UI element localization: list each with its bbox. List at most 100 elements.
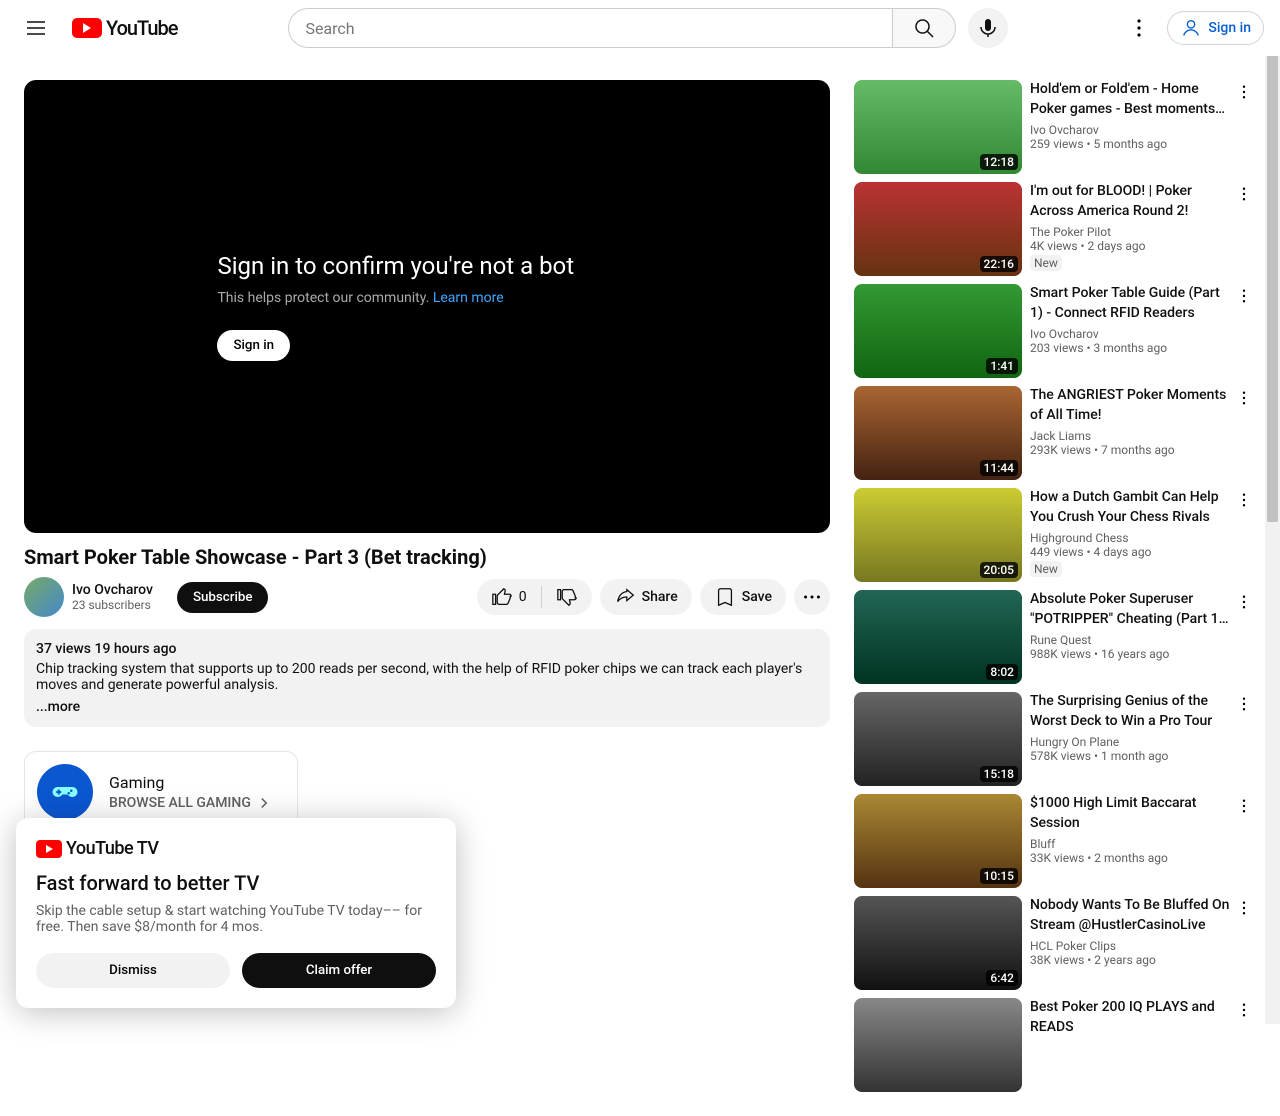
description-box[interactable]: 37 views 19 hours ago Chip tracking syst… [24,629,830,727]
dislike-button[interactable] [542,579,592,615]
recommendation-title[interactable]: Smart Poker Table Guide (Part 1) - Conne… [1030,284,1232,323]
ellipsis-icon [801,586,823,608]
recommendation-channel[interactable]: Rune Quest [1030,633,1232,647]
recommendation-more-button[interactable] [1232,182,1256,206]
recommendation-thumbnail[interactable]: 22:16 [854,182,1022,276]
description-more[interactable]: ...more [36,699,818,715]
video-player[interactable]: Sign in to confirm you're not a bot This… [24,80,830,533]
recommendation-title[interactable]: Absolute Poker Superuser "POTRIPPER" Che… [1030,590,1232,629]
recommendation-title[interactable]: Hold'em or Fold'em - Home Poker games - … [1030,80,1232,119]
recommendation-channel[interactable]: HCL Poker Clips [1030,939,1232,953]
search-button[interactable] [892,8,956,48]
kebab-icon [1235,899,1253,917]
recommendation-item[interactable]: 12:18 Hold'em or Fold'em - Home Poker gam… [854,80,1256,174]
recommendation-more-button[interactable] [1232,284,1256,308]
recommendation-thumbnail[interactable]: 11:44 [854,386,1022,480]
share-label: Share [642,589,678,605]
recommendation-item[interactable]: 8:02 Absolute Poker Superuser "POTRIPPER"… [854,590,1256,684]
bookmark-icon [714,586,736,608]
recommendation-thumbnail[interactable]: 20:05 [854,488,1022,582]
recommendation-stats: 4K views • 2 days ago [1030,239,1232,253]
recommendation-more-button[interactable] [1232,896,1256,920]
recommendation-thumbnail[interactable]: 8:02 [854,590,1022,684]
promo-dismiss-button[interactable]: Dismiss [36,953,230,988]
recommendation-channel[interactable]: Jack Liams [1030,429,1232,443]
recommendation-item[interactable]: 11:44The ANGRIEST Poker Moments of All T… [854,386,1256,480]
settings-button[interactable] [1119,8,1159,48]
recommendation-duration: 8:02 [986,664,1018,680]
recommendation-more-button[interactable] [1232,998,1256,1022]
hamburger-icon [24,16,48,40]
like-button[interactable]: 0 [477,579,541,615]
recommendation-title[interactable]: Nobody Wants To Be Bluffed On Stream @Hu… [1030,896,1232,935]
channel-avatar[interactable] [24,577,64,617]
recommendation-stats: 38K views • 2 years ago [1030,953,1232,967]
recommendation-more-button[interactable] [1232,488,1256,512]
kebab-icon [1235,491,1253,509]
recommendation-meta: Best Poker 200 IQ PLAYS and READS [1030,998,1256,1092]
recommendation-title[interactable]: The ANGRIEST Poker Moments of All Time! [1030,386,1232,425]
recommendation-duration: 10:15 [980,868,1018,884]
recommendation-title[interactable]: The Surprising Genius of the Worst Deck … [1030,692,1232,731]
recommendation-channel[interactable]: Highground Chess [1030,531,1232,545]
subscribe-button[interactable]: Subscribe [177,582,269,613]
channel-name[interactable]: Ivo Ovcharov [72,582,153,598]
hamburger-button[interactable] [16,8,56,48]
player-learn-more-link[interactable]: Learn more [433,290,504,306]
promo-claim-button[interactable]: Claim offer [242,953,436,988]
recommendation-thumbnail[interactable]: 6:42 [854,896,1022,990]
recommendation-meta: Nobody Wants To Be Bluffed On Stream @Hu… [1030,896,1256,990]
recommendation-channel[interactable]: Hungry On Plane [1030,735,1232,749]
signin-button[interactable]: Sign in [1167,11,1264,45]
recommendation-channel[interactable]: Bluff [1030,837,1232,851]
recommendation-channel[interactable]: Ivo Ovcharov [1030,327,1232,341]
scrollbar-thumb[interactable] [1267,52,1278,522]
recommendation-more-button[interactable] [1232,386,1256,410]
recommendation-channel[interactable]: Ivo Ovcharov [1030,123,1232,137]
recommendation-item[interactable]: 10:15 $1000 High Limit Baccarat Session Bl… [854,794,1256,888]
recommendation-more-button[interactable] [1232,590,1256,614]
recommendation-thumbnail[interactable]: 15:18 [854,692,1022,786]
recommendation-item[interactable]: 1:41Smart Poker Table Guide (Part 1) - C… [854,284,1256,378]
youtube-logo[interactable]: YouTube [72,16,178,40]
recommendation-item[interactable]: 15:18The Surprising Genius of the Worst … [854,692,1256,786]
recommendation-thumbnail[interactable]: 1:41 [854,284,1022,378]
share-button[interactable]: Share [600,579,692,615]
youtube-tv-logo: YouTube TV [36,838,436,859]
signin-label: Sign in [1208,20,1251,36]
top-bar: YouTube Sign in [0,0,1280,56]
gaming-icon [37,764,93,820]
gaming-link[interactable]: BROWSE ALL GAMING [109,794,273,812]
save-label: Save [742,589,772,605]
page-scrollbar[interactable] [1265,0,1280,1024]
recommendation-stats: 33K views • 2 months ago [1030,851,1232,865]
recommendation-item[interactable]: 6:42Nobody Wants To Be Bluffed On Stream… [854,896,1256,990]
recommendation-thumbnail[interactable]: 12:18 [854,80,1022,174]
recommendation-title[interactable]: $1000 High Limit Baccarat Session [1030,794,1232,833]
new-badge: New [1030,561,1062,577]
recommendation-thumbnail[interactable] [854,998,1022,1092]
recommendation-meta: The Surprising Genius of the Worst Deck … [1030,692,1256,786]
recommendation-more-button[interactable] [1232,80,1256,104]
recommendation-channel[interactable]: The Poker Pilot [1030,225,1232,239]
recommendation-thumbnail[interactable]: 10:15 [854,794,1022,888]
recommendation-item[interactable]: 20:05 How a Dutch Gambit Can Help You Cru… [854,488,1256,582]
player-signin-button[interactable]: Sign in [217,330,290,361]
search-input[interactable] [288,8,892,48]
recommendation-more-button[interactable] [1232,692,1256,716]
recommendation-meta: How a Dutch Gambit Can Help You Crush Yo… [1030,488,1256,582]
recommendation-duration: 20:05 [980,562,1018,578]
recommendation-more-button[interactable] [1232,794,1256,818]
more-actions-button[interactable] [794,579,830,615]
voice-search-button[interactable] [968,8,1008,48]
save-button[interactable]: Save [700,579,786,615]
recommendation-duration: 12:18 [980,154,1018,170]
recommendation-item[interactable]: 22:16 I'm out for BLOOD! | Poker Across A… [854,182,1256,276]
recommendation-title[interactable]: Best Poker 200 IQ PLAYS and READS [1030,998,1232,1037]
recommendation-item[interactable]: Best Poker 200 IQ PLAYS and READS [854,998,1256,1092]
recommendation-title[interactable]: I'm out for BLOOD! | Poker Across Americ… [1030,182,1232,221]
recommendation-title[interactable]: How a Dutch Gambit Can Help You Crush Yo… [1030,488,1232,527]
promo-body: Skip the cable setup & start watching Yo… [36,903,436,935]
recommendation-duration: 22:16 [980,256,1018,272]
subscriber-count: 23 subscribers [72,598,153,612]
